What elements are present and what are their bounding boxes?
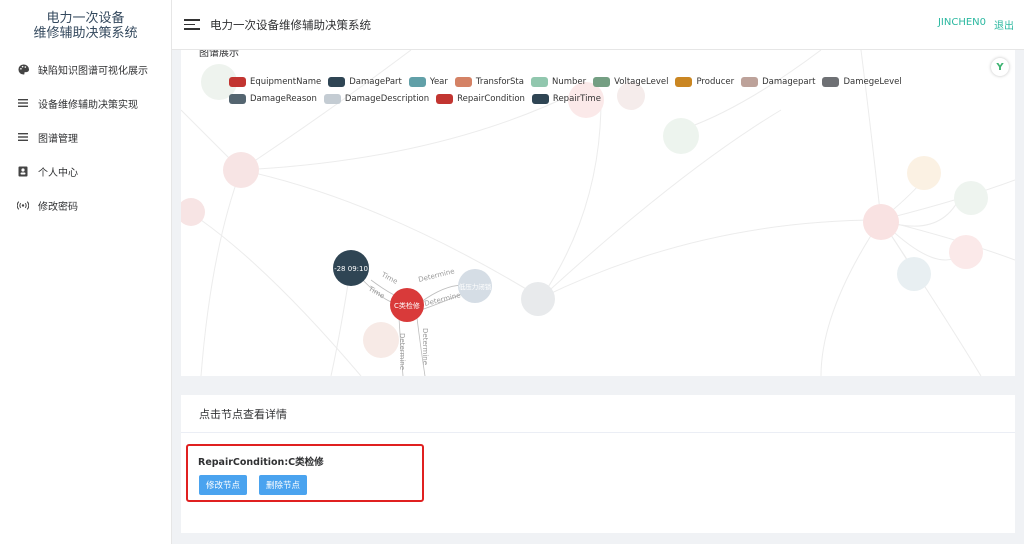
edge-label-time: Time <box>366 284 386 300</box>
legend-label: Damagepart <box>762 77 816 87</box>
graph-card: 图谱展示 Time Time Determine Determine Deter… <box>181 50 1015 376</box>
legend-swatch <box>328 77 346 87</box>
background-nodes <box>181 64 988 358</box>
contact-icon <box>16 166 30 177</box>
sidebar-item-label: 个人中心 <box>38 167 78 179</box>
sidebar-item-label: 修改密码 <box>38 201 78 213</box>
node-label: C类检修 <box>394 301 420 310</box>
legend-label: Producer <box>696 77 735 87</box>
hamburger-icon[interactable] <box>184 19 200 30</box>
edge-label-determine: Determine <box>398 333 406 370</box>
logout-link[interactable]: 退出 <box>994 17 1014 32</box>
legend-label: Number <box>551 77 587 87</box>
legend-item[interactable]: VoltageLevel <box>593 76 668 88</box>
sidebar-item-label: 缺陷知识图谱可视化展示 <box>38 65 148 77</box>
legend-swatch <box>531 94 549 104</box>
signal-icon <box>16 200 30 210</box>
legend-label: Year <box>429 77 448 87</box>
username[interactable]: JINCHEN0 <box>938 17 986 32</box>
legend-item[interactable]: Damagepart <box>741 76 815 88</box>
node-repair-time[interactable]: -28 09:10 <box>333 250 369 286</box>
sidebar-item-label: 图谱管理 <box>38 133 78 145</box>
legend-item[interactable]: Number <box>530 76 587 88</box>
edge-label-determine: Determine <box>418 267 456 284</box>
detail-card-title: 点击节点查看详情 <box>181 395 1015 433</box>
node-label: -28 09:10 <box>334 265 368 273</box>
legend-item[interactable]: DamegeLevel <box>822 76 902 88</box>
detail-card: 点击节点查看详情 RepairCondition:C类检修 修改节点 删除节点 <box>181 395 1015 533</box>
app-root: 电力一次设备 维修辅助决策系统 缺陷知识图谱可视化展示 设备维修辅助决策实现 图… <box>0 0 1024 544</box>
legend-item[interactable]: Year <box>408 76 448 88</box>
edge-label-determine: Determine <box>421 328 429 365</box>
brand: 电力一次设备 维修辅助决策系统 <box>0 0 171 52</box>
node-detail-box: RepairCondition:C类检修 修改节点 删除节点 <box>186 444 424 502</box>
node-damage-description[interactable]: 低压力闭锁 <box>458 269 492 303</box>
edit-node-button[interactable]: 修改节点 <box>199 475 248 495</box>
legend-swatch <box>741 77 759 87</box>
sidebar-item-repair-decision[interactable]: 设备维修辅助决策实现 <box>0 86 171 120</box>
logo-badge-icon[interactable]: Y <box>991 58 1009 76</box>
sidebar-item-personal-center[interactable]: 个人中心 <box>0 154 171 188</box>
legend-item[interactable]: RepairTime <box>531 93 601 105</box>
legend-swatch <box>675 77 693 87</box>
legend-swatch <box>593 77 611 87</box>
legend-item[interactable]: EquipmentName <box>229 76 321 88</box>
legend-label: TransforSta <box>475 77 524 87</box>
brand-line2: 维修辅助决策系统 <box>33 26 138 41</box>
header-user-area: JINCHEN0 退出 <box>938 17 1024 32</box>
legend-swatch <box>822 77 840 87</box>
legend-label: RepairTime <box>552 94 601 104</box>
badge-letter: Y <box>996 61 1004 73</box>
top-header: 电力一次设备维修辅助决策系统 JINCHEN0 退出 <box>172 0 1024 50</box>
list-icon <box>16 132 30 142</box>
list-icon <box>16 98 30 108</box>
graph-legend: EquipmentName DamagePart Year TransforSta Nu… <box>229 76 989 105</box>
node-label: 低压力闭锁 <box>459 282 492 291</box>
legend-swatch <box>229 94 246 104</box>
legend-label: VoltageLevel <box>614 77 669 87</box>
legend-item[interactable]: RepairCondition <box>436 93 525 105</box>
legend-swatch <box>323 94 341 104</box>
legend-label: EquipmentName <box>250 77 322 87</box>
legend-item[interactable]: DamagePart <box>328 76 402 88</box>
legend-swatch <box>229 77 246 87</box>
header-title: 电力一次设备维修辅助决策系统 <box>210 17 371 32</box>
edge-label-time: Time <box>379 270 399 286</box>
legend-item[interactable]: DamageDescription <box>323 93 430 105</box>
sidebar-item-change-password[interactable]: 修改密码 <box>0 188 171 222</box>
node-detail-label: RepairCondition:C类检修 <box>198 457 324 468</box>
legend-item[interactable]: Producer <box>675 76 734 88</box>
sidebar-item-graph-visualization[interactable]: 缺陷知识图谱可视化展示 <box>0 52 171 86</box>
edge-label-determine: Determine <box>424 291 462 308</box>
legend-label: DamegeLevel <box>843 77 902 87</box>
legend-swatch <box>454 77 472 87</box>
legend-swatch <box>436 94 454 104</box>
legend-label: DamagePart <box>349 77 402 87</box>
legend-label: DamageDescription <box>344 94 430 104</box>
legend-item[interactable]: TransforSta <box>454 76 524 88</box>
brand-line1: 电力一次设备 <box>46 11 125 26</box>
legend-label: RepairCondition <box>457 94 525 104</box>
legend-swatch <box>408 77 426 87</box>
node-repair-condition[interactable]: C类检修 <box>390 288 424 322</box>
legend-swatch <box>530 77 548 87</box>
sidebar: 电力一次设备 维修辅助决策系统 缺陷知识图谱可视化展示 设备维修辅助决策实现 图… <box>0 0 172 544</box>
sidebar-item-label: 设备维修辅助决策实现 <box>38 99 138 111</box>
delete-node-button[interactable]: 删除节点 <box>259 475 308 495</box>
palette-icon <box>16 63 30 75</box>
legend-label: DamageReason <box>250 94 317 104</box>
legend-item[interactable]: DamageReason <box>229 93 317 105</box>
sidebar-item-graph-management[interactable]: 图谱管理 <box>0 120 171 154</box>
